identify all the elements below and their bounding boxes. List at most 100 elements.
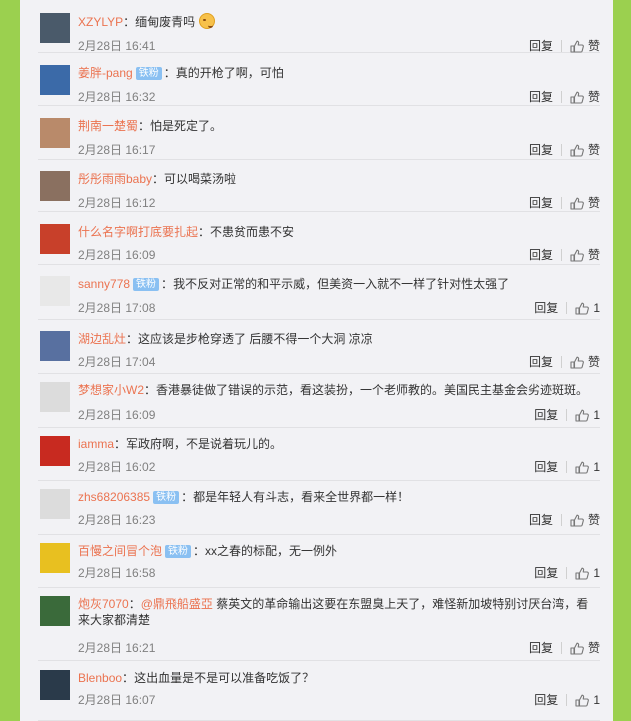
like-button[interactable]: 赞 [570,89,600,105]
avatar-image[interactable] [40,224,70,254]
comment-time: 2月28日 16:12 [78,196,156,210]
avatar-image[interactable] [40,171,70,201]
reply-button[interactable]: 回复 [534,692,558,708]
comment-time: 2月28日 17:08 [78,301,156,315]
action-divider [566,409,568,421]
thumbs-up-icon [570,144,588,157]
comment-text-line: 荆南一楚蜀：怕是死定了。 [78,118,594,134]
reply-button[interactable]: 回复 [534,300,558,316]
like-button[interactable]: 赞 [570,512,600,528]
action-divider [566,302,568,314]
like-button[interactable]: 赞 [570,640,600,656]
fan-badge[interactable]: 铁粉 [135,67,162,80]
action-divider [560,356,562,368]
comment-separator: ： [193,544,206,558]
like-button[interactable]: 赞 [570,38,600,54]
like-button[interactable]: 赞 [570,195,600,211]
fan-badge[interactable]: 铁粉 [165,545,192,558]
thumbs-up-icon [570,514,588,527]
avatar-image[interactable] [40,670,70,700]
like-button[interactable]: 1 [575,407,600,423]
action-divider [560,642,562,654]
comment-time: 2月28日 16:09 [78,248,156,262]
comment-username[interactable]: 百慢之间冒个泡 [78,544,162,558]
fan-badge[interactable]: 铁粉 [153,491,180,504]
comment-username[interactable]: 什么名字啊打底要扎起 [78,225,198,239]
reply-button[interactable]: 回复 [534,459,558,475]
comment-time: 2月28日 16:58 [78,566,156,580]
reply-button[interactable]: 回复 [529,512,553,528]
comment-username[interactable]: 荆南一楚蜀 [78,119,138,133]
comment-username[interactable]: XZYLYP [78,15,123,29]
leaf-avatar[interactable] [40,596,70,626]
comment-username[interactable]: 炮灰7070 [78,597,129,611]
comment-username[interactable]: iamma [78,437,114,451]
comment-item: 彤彤雨雨baby：可以喝菜汤啦 2月28日 16:12 回复 赞 [38,160,600,212]
avatar-image[interactable] [40,65,70,95]
like-button[interactable]: 赞 [570,354,600,370]
comment-text-line: 百慢之间冒个泡 铁粉 ：xx之春的标配，无一例外 [78,543,594,559]
comment-username[interactable]: sanny778 [78,277,130,291]
like-count: 赞 [587,641,600,655]
like-button[interactable]: 1 [575,300,600,316]
action-divider [560,91,562,103]
comment-username[interactable]: 梦想家小W2 [78,383,144,397]
reply-button[interactable]: 回复 [529,640,553,656]
like-count: 1 [593,301,600,315]
comment-time: 2月28日 16:09 [78,408,156,422]
comment-username[interactable]: 湖边乱灶 [78,332,126,346]
reply-button[interactable]: 回复 [529,142,553,158]
panda-avatar[interactable] [40,276,70,306]
comment-text-line: 湖边乱灶：这应该是步枪穿透了 后腰不得一个大洞 凉凉 [78,331,594,347]
comment-item: 梦想家小W2：香港暴徒做了错误的示范，看这装扮，一个老师教的。美国民主基金会劣迹… [38,374,600,428]
comment-actions: 回复 赞 [529,354,600,370]
reply-button[interactable]: 回复 [534,565,558,581]
comment-username[interactable]: 彤彤雨雨baby [78,172,152,186]
flag-avatar[interactable] [40,436,70,466]
reply-button[interactable]: 回复 [529,38,553,54]
avatar-image[interactable] [40,13,70,43]
comment-separator: ： [138,119,151,133]
reply-button[interactable]: 回复 [529,354,553,370]
like-count: 1 [593,460,600,474]
like-button[interactable]: 赞 [570,247,600,263]
default-avatar[interactable] [40,489,70,519]
thumbs-up-icon [575,461,593,474]
default-avatar[interactable] [40,382,70,412]
comment-item: 姜胖-pang 铁粉 ：真的开枪了啊，可怕 2月28日 16:32 回复 赞 [38,53,600,106]
comment-actions: 回复 赞 [529,195,600,211]
like-button[interactable]: 1 [575,459,600,475]
action-divider [560,249,562,261]
comment-time: 2月28日 16:23 [78,513,156,527]
reply-button[interactable]: 回复 [529,247,553,263]
car-avatar[interactable] [40,331,70,361]
comment-separator: ： [163,66,176,80]
comment-text: 我不反对正常的和平示威，但美资一入就不一样了针对性太强了 [173,277,510,291]
mention-link[interactable]: @鼎飛船盛亞 [141,597,213,611]
reply-button[interactable]: 回复 [529,195,553,211]
avatar-image[interactable] [40,118,70,148]
flower-avatar[interactable] [40,543,70,573]
fan-badge[interactable]: 铁粉 [133,278,160,291]
comment-time: 2月28日 16:41 [78,39,156,53]
comment-actions: 回复 1 [534,692,600,708]
comment-username[interactable]: zhs68206385 [78,490,150,504]
comment-actions: 回复 赞 [529,142,600,158]
like-button[interactable]: 1 [575,692,600,708]
like-button[interactable]: 1 [575,565,600,581]
comment-separator: ： [123,15,136,29]
comment-username[interactable]: Blenboo [78,671,122,685]
like-button[interactable]: 赞 [570,142,600,158]
comment-actions: 回复 1 [534,459,600,475]
comment-text-line: iamma：军政府啊，不是说着玩儿的。 [78,436,594,452]
comment-separator: ： [181,490,194,504]
comment-username[interactable]: 姜胖-pang [78,66,133,80]
comment-text: 不患贫而患不安 [210,225,295,239]
reply-button[interactable]: 回复 [529,89,553,105]
reply-button[interactable]: 回复 [534,407,558,423]
comment-time: 2月28日 17:04 [78,355,156,369]
comment-text-line: 什么名字啊打底要扎起：不患贫而患不安 [78,224,594,240]
comment-separator: ： [114,437,127,451]
comment-text: xx之春的标配，无一例外 [205,544,338,558]
thumbs-up-icon [570,249,588,262]
